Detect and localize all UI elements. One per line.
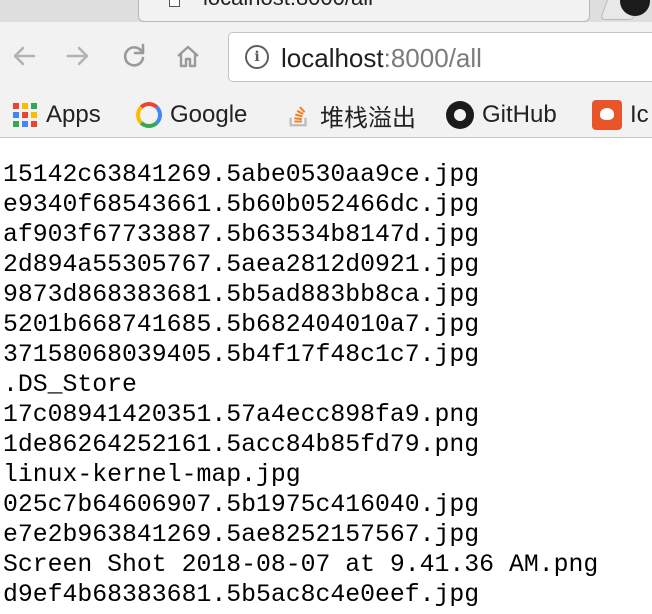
url-path: :8000/all <box>383 43 482 73</box>
file-entry: 2d894a55305767.5aea2812d0921.jpg <box>3 251 480 279</box>
reload-button[interactable] <box>116 38 152 74</box>
bookmark-stackoverflow[interactable]: 堆栈溢出 <box>286 98 416 132</box>
forward-arrow-icon <box>66 46 89 66</box>
file-entry: linux-kernel-map.jpg <box>3 461 301 489</box>
file-entry: 15142c63841269.5abe0530aa9ce.jpg <box>3 161 480 189</box>
browser-tab[interactable]: localhost:8000/all <box>138 0 590 22</box>
document-icon <box>169 0 180 7</box>
file-entry: 9873d868383681.5b5ad883bb8ca.jpg <box>3 281 480 309</box>
file-entry: d9ef4b68383681.5b5ac8c4e0eef.jpg <box>3 581 480 609</box>
file-entry: Screen Shot 2018-08-07 at 9.41.36 AM.png <box>3 551 599 579</box>
bookmark-label: Ic <box>630 101 649 128</box>
reload-icon <box>123 43 145 67</box>
file-entry: e7e2b963841269.5ae8252157567.jpg <box>3 521 480 549</box>
file-entry: af903f67733887.5b63534b8147d.jpg <box>3 221 480 249</box>
tab-title: localhost:8000/all <box>203 0 373 11</box>
bookmark-google[interactable]: Google <box>136 98 247 132</box>
page-content: 15142c63841269.5abe0530aa9ce.jpg e9340f6… <box>0 138 652 614</box>
file-list: 15142c63841269.5abe0530aa9ce.jpg e9340f6… <box>3 160 598 610</box>
address-bar[interactable]: i localhost:8000/all <box>228 32 652 82</box>
file-entry: 17c08941420351.57a4ecc898fa9.png <box>3 401 480 429</box>
bookmark-label: Apps <box>46 101 101 128</box>
url-host: localhost <box>281 43 384 73</box>
file-entry: 025c7b64606907.5b1975c416040.jpg <box>3 491 480 519</box>
file-entry: 37158068039405.5b4f17f48c1c7.jpg <box>3 341 480 369</box>
back-arrow-icon <box>13 46 36 66</box>
url-text: localhost:8000/all <box>281 43 482 74</box>
bookmark-label: Google <box>170 101 248 128</box>
bookmark-label: 堆栈溢出 <box>320 104 416 132</box>
github-icon <box>446 101 474 129</box>
site-info-icon[interactable]: i <box>245 45 269 69</box>
file-entry: e9340f68543661.5b60b052466dc.jpg <box>3 191 480 219</box>
stackoverflow-icon <box>289 106 307 127</box>
iconfont-icon <box>592 100 622 130</box>
bookmarks-bar: Apps Google 堆栈溢出 GitHub Ic <box>0 92 652 138</box>
home-button[interactable] <box>170 38 206 74</box>
bookmark-label: GitHub <box>482 101 557 128</box>
file-entry: 5201b668741685.5b682404010a7.jpg <box>3 311 480 339</box>
bookmark-apps[interactable]: Apps <box>12 98 101 132</box>
home-icon <box>177 45 199 68</box>
tab-strip: localhost:8000/all <box>0 0 652 22</box>
file-entry: 1de86264252161.5acc84b85fd79.png <box>3 431 480 459</box>
bookmark-github[interactable]: GitHub <box>446 98 557 132</box>
file-entry: .DS_Store <box>3 371 137 399</box>
google-g-icon <box>136 102 162 128</box>
back-button[interactable] <box>6 38 42 74</box>
bookmark-iconfont[interactable]: Ic <box>592 98 649 132</box>
browser-toolbar: i localhost:8000/all <box>0 22 652 92</box>
forward-button[interactable] <box>60 38 96 74</box>
apps-grid-icon <box>12 102 38 128</box>
